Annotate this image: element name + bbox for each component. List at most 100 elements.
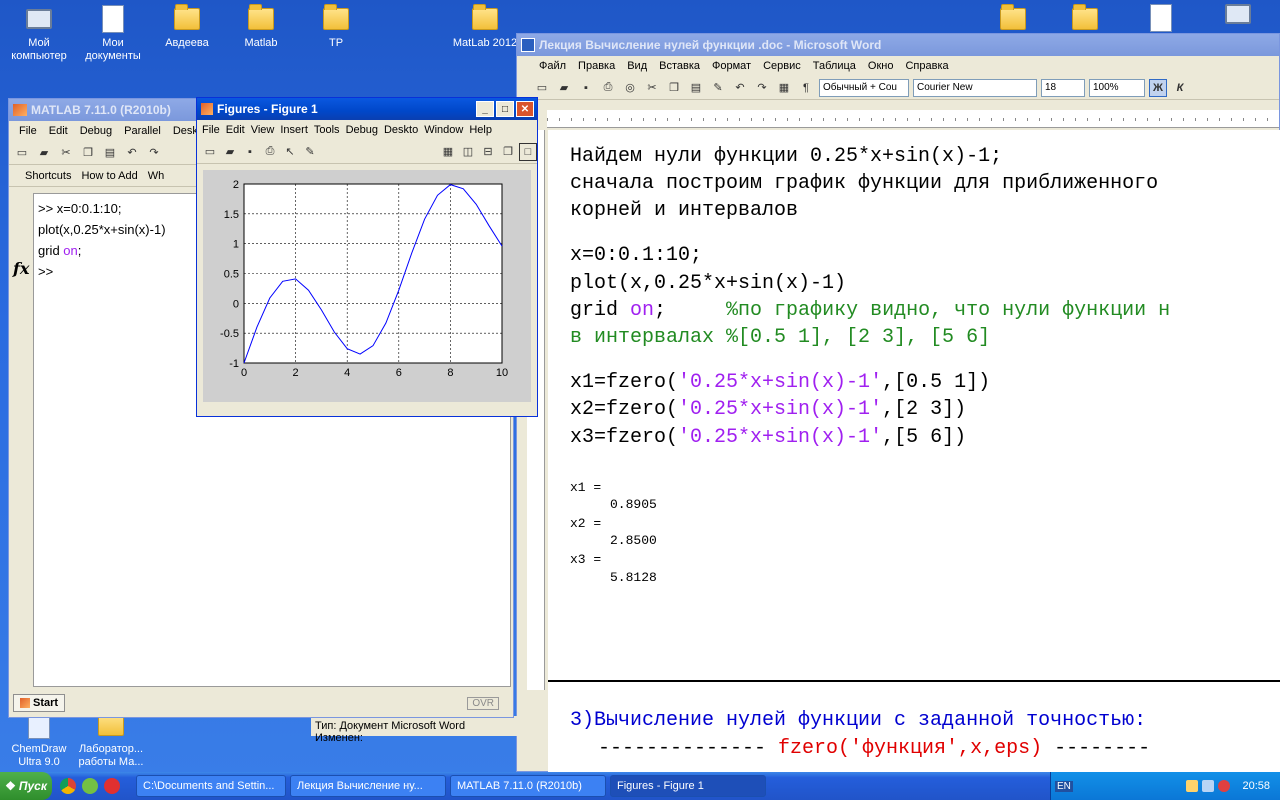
fig-menu-window[interactable]: Window [421, 124, 466, 136]
menu-edit[interactable]: Правка [572, 60, 621, 72]
minimize-icon[interactable]: _ [476, 101, 494, 117]
fig-menu-help[interactable]: Help [466, 124, 495, 136]
menu-table[interactable]: Таблица [807, 60, 862, 72]
tray-icons[interactable] [1186, 780, 1231, 792]
opera-icon[interactable] [104, 778, 120, 794]
desktop-icon-matlab[interactable]: Matlab [222, 4, 300, 50]
taskbar-figure[interactable]: Figures - Figure 1 [610, 775, 766, 797]
open-folder-icon[interactable]: ▰ [35, 144, 53, 162]
taskbar-explorer[interactable]: C:\Documents and Settin... [136, 775, 286, 797]
preview-icon[interactable]: ◎ [621, 79, 639, 97]
figure-window-buttons: _ □ ✕ [476, 101, 537, 117]
new-figure-icon[interactable]: ▭ [201, 143, 219, 161]
fig-menu-file[interactable]: File [199, 124, 223, 136]
cut-icon[interactable]: ✂ [643, 79, 661, 97]
fig-menu-tools[interactable]: Tools [311, 124, 343, 136]
menu-format[interactable]: Формат [706, 60, 757, 72]
redo-icon[interactable]: ↷ [145, 144, 163, 162]
document-icon[interactable] [1150, 4, 1172, 32]
fx-icon[interactable]: fx [13, 259, 29, 278]
table-icon[interactable]: ▦ [775, 79, 793, 97]
taskbar-word[interactable]: Лекция Вычисление ну... [290, 775, 446, 797]
maximize-icon[interactable]: □ [496, 101, 514, 117]
desktop-icon-my-computer[interactable]: Мой компьютер [0, 4, 78, 63]
maximize-plot-icon[interactable]: □ [519, 142, 537, 161]
matlab-menu-debug[interactable]: Debug [74, 125, 118, 137]
new-doc-icon[interactable]: ▭ [533, 79, 551, 97]
pointer-icon[interactable]: ↖ [281, 143, 299, 161]
desktop-icon-lab-works[interactable]: Лаборатор... работы Ма... [72, 710, 150, 769]
desktop-icon-chemdraw[interactable]: ChemDraw Ultra 9.0 [0, 710, 78, 769]
menu-insert[interactable]: Вставка [653, 60, 706, 72]
figure-canvas[interactable]: 0 2 4 6 8 10 -1 -0.5 0 0.5 1 1.5 2 [203, 170, 531, 402]
network-icon[interactable] [1202, 780, 1215, 792]
redo-icon[interactable]: ↷ [753, 79, 771, 97]
word-document-page[interactable]: Найдем нули функции 0.25*x+sin(x)-1; сна… [548, 130, 1280, 772]
print-icon[interactable]: ⎙ [599, 79, 617, 97]
code-semicolon: ; [654, 299, 727, 322]
matlab-menu-file[interactable]: File [13, 125, 43, 137]
paragraph-icon[interactable]: ¶ [797, 79, 815, 97]
desktop-icon-avdeeva[interactable]: Авдеева [148, 4, 226, 50]
copy-icon[interactable]: ❐ [665, 79, 683, 97]
zoom-select[interactable]: 100% [1089, 78, 1145, 97]
whats-new-link[interactable]: Wh [148, 170, 165, 182]
fig-menu-edit[interactable]: Edit [223, 124, 248, 136]
figure-titlebar[interactable]: Figures - Figure 1 _ □ ✕ [197, 98, 537, 120]
style-select[interactable]: Обычный + Cou [819, 78, 909, 97]
matlab-menu-parallel[interactable]: Parallel [118, 125, 167, 137]
print-icon[interactable]: ⎙ [261, 143, 279, 161]
horizontal-ruler[interactable] [547, 110, 1279, 128]
paste-icon[interactable]: ▤ [101, 144, 119, 162]
font-size-select[interactable]: 18 [1041, 78, 1085, 97]
start-button[interactable]: ❖ Пуск [0, 772, 52, 800]
messenger-icon[interactable] [82, 778, 98, 794]
undo-icon[interactable]: ↶ [731, 79, 749, 97]
save-icon[interactable]: ▪ [241, 143, 259, 161]
menu-window[interactable]: Окно [862, 60, 900, 72]
format-painter-icon[interactable]: ✎ [709, 79, 727, 97]
plot-axes[interactable]: 0 2 4 6 8 10 -1 -0.5 0 0.5 1 1.5 2 [203, 170, 531, 402]
grid-layout-icon[interactable]: ▦ [439, 143, 457, 161]
close-icon[interactable]: ✕ [516, 101, 534, 117]
chrome-icon[interactable] [60, 778, 76, 794]
font-select[interactable]: Courier New [913, 78, 1037, 97]
shortcuts-label[interactable]: Shortcuts [25, 170, 71, 182]
save-icon[interactable]: ▪ [577, 79, 595, 97]
split-columns-icon[interactable]: ◫ [459, 143, 477, 161]
taskbar-matlab[interactable]: MATLAB 7.11.0 (R2010b) [450, 775, 606, 797]
fig-menu-desktop[interactable]: Deskto [381, 124, 421, 136]
desktop-icon-my-documents[interactable]: Мои документы [74, 4, 152, 63]
fig-menu-insert[interactable]: Insert [277, 124, 311, 136]
matlab-menu-edit[interactable]: Edit [43, 125, 74, 137]
open-folder-icon[interactable]: ▰ [555, 79, 573, 97]
undock-icon[interactable]: ❐ [499, 143, 517, 161]
network-icon[interactable] [1225, 4, 1251, 24]
desktop-icon-tp[interactable]: TP [297, 4, 375, 50]
folder-icon[interactable] [1072, 4, 1098, 30]
fig-menu-debug[interactable]: Debug [343, 124, 381, 136]
desktop-icon-matlab2012[interactable]: MatLab 2012 [446, 4, 524, 50]
menu-help[interactable]: Справка [899, 60, 954, 72]
menu-file[interactable]: Файл [533, 60, 572, 72]
fig-menu-view[interactable]: View [248, 124, 278, 136]
language-indicator[interactable]: EN [1055, 780, 1073, 792]
paste-icon[interactable]: ▤ [687, 79, 705, 97]
how-to-add-link[interactable]: How to Add [81, 170, 137, 182]
antivirus-icon[interactable] [1218, 780, 1231, 792]
volume-icon[interactable] [1186, 780, 1199, 792]
bold-button[interactable]: Ж [1149, 78, 1167, 97]
new-file-icon[interactable]: ▭ [13, 144, 31, 162]
open-folder-icon[interactable]: ▰ [221, 143, 239, 161]
undo-icon[interactable]: ↶ [123, 144, 141, 162]
brush-icon[interactable]: ✎ [301, 143, 319, 161]
matlab-start-button[interactable]: Start [13, 694, 66, 712]
split-rows-icon[interactable]: ⊟ [479, 143, 497, 161]
italic-button[interactable]: К [1171, 79, 1189, 97]
menu-tools[interactable]: Сервис [757, 60, 807, 72]
menu-view[interactable]: Вид [621, 60, 653, 72]
word-titlebar[interactable]: Лекция Вычисление нулей функции .doc - M… [517, 34, 1279, 56]
copy-icon[interactable]: ❐ [79, 144, 97, 162]
folder-icon[interactable] [1000, 4, 1026, 30]
cut-icon[interactable]: ✂ [57, 144, 75, 162]
